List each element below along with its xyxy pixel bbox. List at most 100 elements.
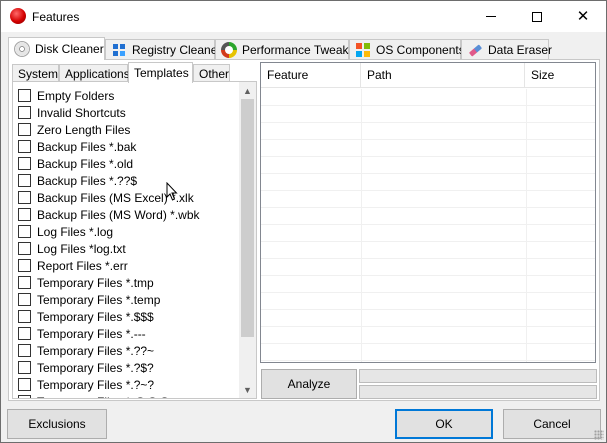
template-list-item[interactable]: Empty Folders xyxy=(13,87,242,104)
template-list-item[interactable]: Backup Files *.old xyxy=(13,155,242,172)
scroll-down-icon[interactable]: ▼ xyxy=(239,381,256,398)
app-icon xyxy=(10,8,26,24)
tab-label: Disk Cleaner xyxy=(35,42,104,56)
template-list-item[interactable]: Backup Files *.??$ xyxy=(13,172,242,189)
sub-tab-strip: System Applications Templates Other xyxy=(12,62,257,83)
column-header-feature[interactable]: Feature xyxy=(261,63,361,88)
checkbox[interactable] xyxy=(18,208,31,221)
tab-disk-cleaner[interactable]: Disk Cleaner xyxy=(8,37,105,60)
checkbox[interactable] xyxy=(18,157,31,170)
disc-icon xyxy=(14,41,30,57)
results-grid xyxy=(261,89,595,362)
close-icon: ✕ xyxy=(576,7,590,25)
vertical-scrollbar[interactable]: ▲ ▼ xyxy=(239,82,256,398)
template-list-item[interactable]: Report Files *.err xyxy=(13,257,242,274)
template-label: Log Files *log.txt xyxy=(37,241,126,256)
templates-list-panel: Empty Folders Invalid Shortcuts Zero Lengt… xyxy=(12,81,257,399)
template-list-item[interactable]: Temporary Files *.$$$ xyxy=(13,308,242,325)
template-list-item[interactable]: Temporary Files *.?$? xyxy=(13,359,242,376)
template-label: Empty Folders xyxy=(37,88,115,103)
checkbox[interactable] xyxy=(18,327,31,340)
template-label: Temporary Files *.?~? xyxy=(37,377,155,392)
template-label: Temporary Files *.temp xyxy=(37,292,161,307)
template-list-item[interactable]: Temporary Files *.??~ xyxy=(13,342,242,359)
disk-cleaner-panel: System Applications Templates Other Empt… xyxy=(8,59,600,401)
main-tab-strip: Disk Cleaner Registry Cleaner Performanc… xyxy=(8,37,600,60)
template-label: Backup Files *.old xyxy=(37,156,134,171)
checkbox[interactable] xyxy=(18,191,31,204)
progress-bar-secondary xyxy=(359,385,597,399)
cancel-button[interactable]: Cancel xyxy=(503,409,601,439)
checkbox[interactable] xyxy=(18,310,31,323)
gauge-icon xyxy=(221,42,237,58)
tab-label: Registry Cleaner xyxy=(132,43,222,57)
template-label: Report Files *.err xyxy=(37,258,128,273)
checkbox[interactable] xyxy=(18,276,31,289)
tab-templates[interactable]: Templates xyxy=(128,62,193,83)
template-list-item[interactable]: Log Files *log.txt xyxy=(13,240,242,257)
tab-performance-tweaks[interactable]: Performance Tweaks xyxy=(215,39,355,60)
title-bar[interactable]: Features ✕ xyxy=(1,1,606,32)
template-list-item[interactable]: Backup Files *.bak xyxy=(13,138,242,155)
tab-data-eraser[interactable]: Data Eraser xyxy=(461,39,552,60)
analyze-button[interactable]: Analyze xyxy=(261,369,357,399)
template-label: Invalid Shortcuts xyxy=(37,105,126,120)
checkbox[interactable] xyxy=(18,242,31,255)
template-list-item[interactable]: Invalid Shortcuts xyxy=(13,104,242,121)
scroll-up-icon[interactable]: ▲ xyxy=(239,82,256,99)
results-table[interactable]: Feature Path Size xyxy=(260,62,596,363)
checkbox[interactable] xyxy=(18,378,31,391)
close-button[interactable]: ✕ xyxy=(560,1,606,32)
maximize-button[interactable] xyxy=(514,1,560,32)
checkbox[interactable] xyxy=(18,225,31,238)
checkbox[interactable] xyxy=(18,89,31,102)
minimize-icon xyxy=(486,16,496,17)
minimize-button[interactable] xyxy=(468,1,514,32)
checkbox[interactable] xyxy=(18,361,31,374)
tab-label: Templates xyxy=(134,66,189,80)
checkbox[interactable] xyxy=(18,259,31,272)
tab-label: Performance Tweaks xyxy=(242,43,355,57)
column-header-size[interactable]: Size xyxy=(525,63,595,88)
tab-label: Other xyxy=(199,67,230,81)
template-list-item[interactable]: Temporary Files *.@@@ xyxy=(13,393,242,399)
template-list-item[interactable]: Backup Files (MS Excel) *.xlk xyxy=(13,189,242,206)
template-list-item[interactable]: Temporary Files *.--- xyxy=(13,325,242,342)
progress-bar xyxy=(359,369,597,383)
template-list-item[interactable]: Log Files *.log xyxy=(13,223,242,240)
template-label: Backup Files *.bak xyxy=(37,139,137,154)
template-label: Temporary Files *.@@@ xyxy=(37,395,170,399)
checkbox[interactable] xyxy=(18,123,31,136)
window-title: Features xyxy=(32,10,80,24)
tab-label: System xyxy=(18,67,59,81)
exclusions-button[interactable]: Exclusions xyxy=(7,409,107,439)
template-list-item[interactable]: Backup Files (MS Word) *.wbk xyxy=(13,206,242,223)
checkbox[interactable] xyxy=(18,293,31,306)
checkbox[interactable] xyxy=(18,395,31,398)
template-label: Log Files *.log xyxy=(37,224,114,239)
template-label: Temporary Files *.--- xyxy=(37,326,146,341)
template-list-item[interactable]: Temporary Files *.temp xyxy=(13,291,242,308)
template-label: Temporary Files *.tmp xyxy=(37,275,154,290)
template-label: Backup Files (MS Word) *.wbk xyxy=(37,207,200,222)
checkbox[interactable] xyxy=(18,106,31,119)
tab-registry-cleaner[interactable]: Registry Cleaner xyxy=(105,39,221,60)
template-list-item[interactable]: Zero Length Files xyxy=(13,121,242,138)
eraser-icon xyxy=(467,42,483,58)
template-label: Temporary Files *.$$$ xyxy=(37,309,154,324)
tab-label: OS Components xyxy=(376,43,465,57)
registry-icon xyxy=(111,42,127,58)
template-list-item[interactable]: Temporary Files *.?~? xyxy=(13,376,242,393)
checkbox[interactable] xyxy=(18,344,31,357)
templates-list: Empty Folders Invalid Shortcuts Zero Lengt… xyxy=(13,87,242,399)
features-window: Features ✕ Disk Cleaner Registry Cleaner… xyxy=(0,0,607,443)
column-header-path[interactable]: Path xyxy=(361,63,525,88)
ok-button[interactable]: OK xyxy=(395,409,493,439)
checkbox[interactable] xyxy=(18,174,31,187)
scroll-thumb[interactable] xyxy=(241,99,254,337)
template-list-item[interactable]: Temporary Files *.tmp xyxy=(13,274,242,291)
tab-os-components[interactable]: OS Components xyxy=(349,39,465,60)
resize-grip-icon[interactable] xyxy=(594,430,604,440)
tab-label: Applications xyxy=(65,67,130,81)
checkbox[interactable] xyxy=(18,140,31,153)
